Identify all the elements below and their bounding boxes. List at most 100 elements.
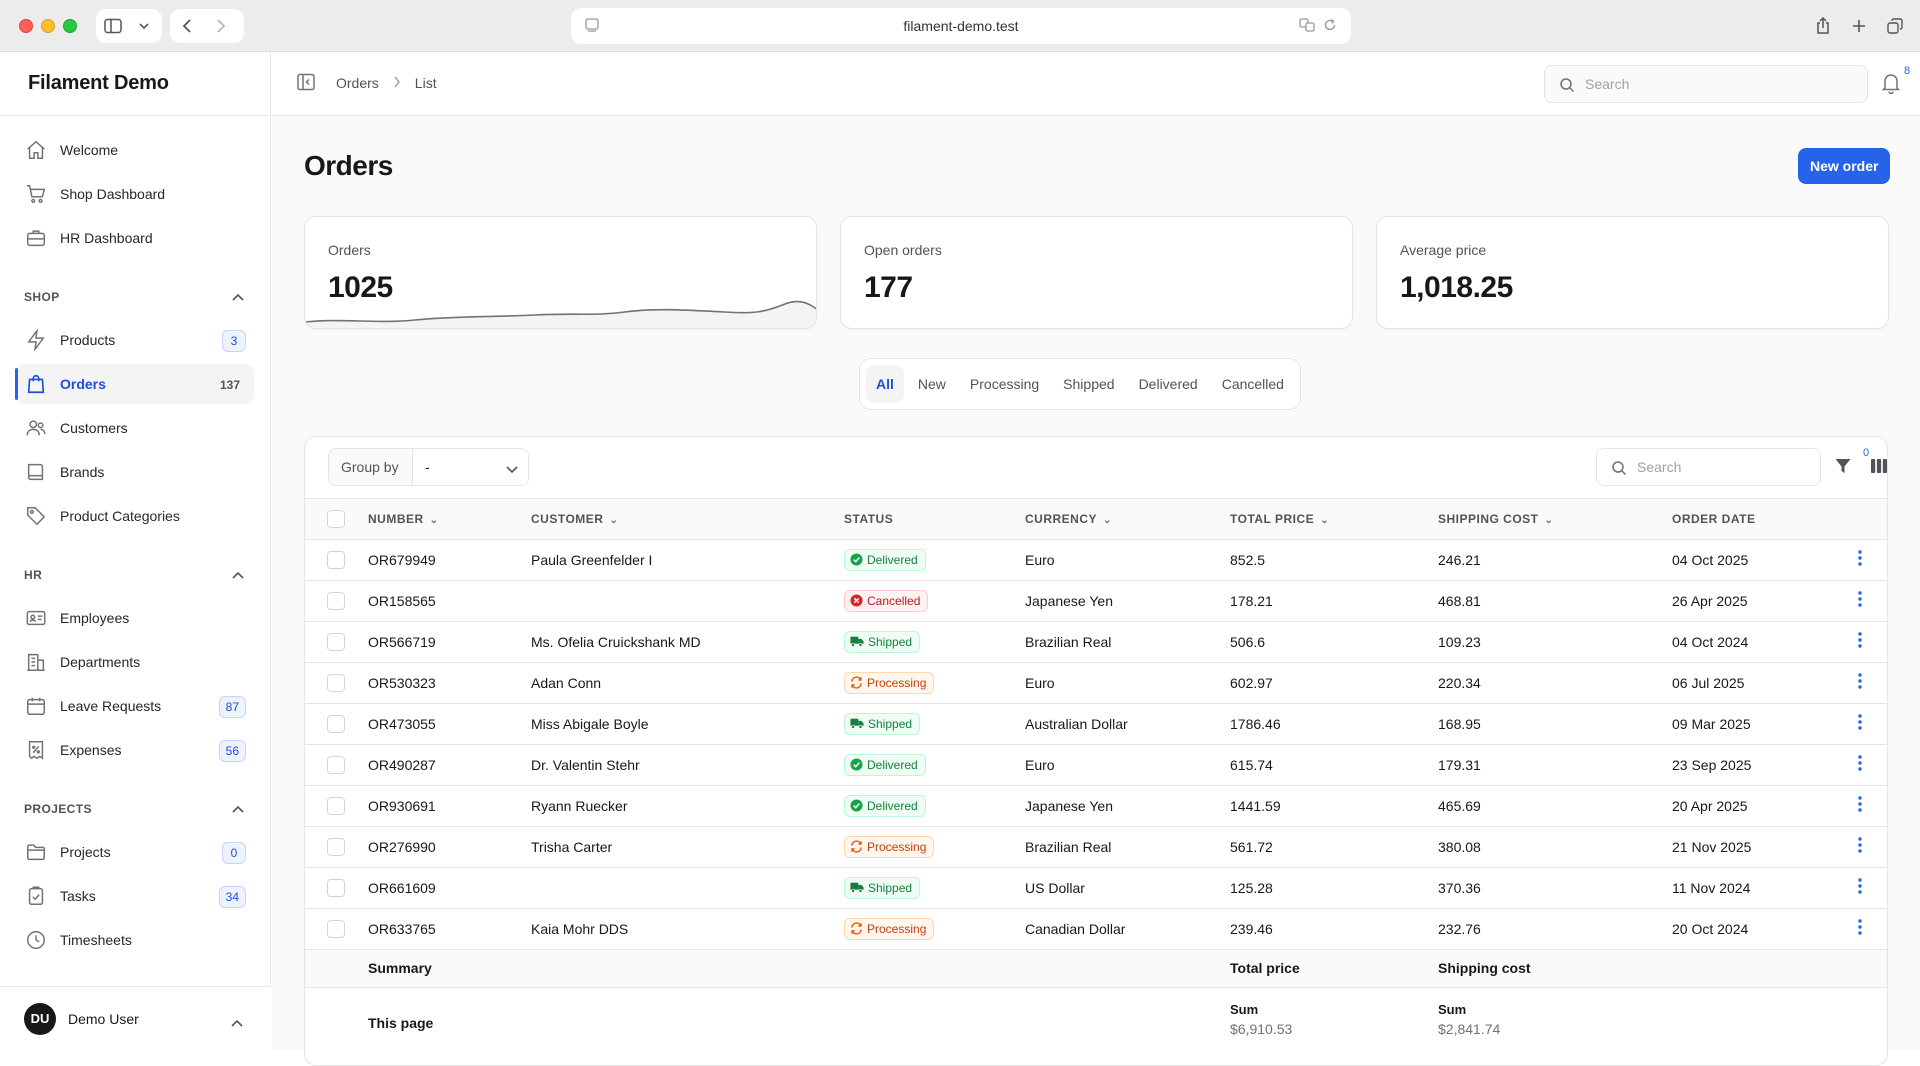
more-vertical-icon[interactable] [1857, 755, 1862, 775]
group-by-select[interactable]: Group by - [328, 448, 529, 486]
row-checkbox[interactable] [327, 632, 345, 651]
sidebar-item-customers[interactable]: Customers [16, 408, 254, 448]
chevron-up-icon[interactable] [231, 1014, 243, 1030]
chevron-up-icon[interactable] [232, 568, 244, 582]
sidebar-item-orders[interactable]: Orders 137 [15, 364, 254, 404]
chevron-up-icon[interactable] [232, 802, 244, 816]
row-checkbox[interactable] [327, 796, 345, 815]
minimize-window-button[interactable] [41, 19, 55, 33]
more-vertical-icon[interactable] [1857, 673, 1862, 693]
row-checkbox[interactable] [327, 591, 345, 610]
chevron-up-icon[interactable] [232, 290, 244, 304]
bell-icon[interactable] [1881, 72, 1901, 97]
sidebar-item-tasks[interactable]: Tasks 34 [16, 876, 254, 916]
collapse-sidebar-icon[interactable] [296, 72, 316, 95]
tab-shipped[interactable]: Shipped [1053, 365, 1124, 403]
tab-processing[interactable]: Processing [960, 365, 1049, 403]
new-order-button[interactable]: New order [1798, 148, 1891, 184]
shipping-cost-sum: Sum $2,841.74 [1438, 987, 1672, 1059]
table-search-input[interactable]: Search [1596, 448, 1821, 486]
chevron-down-icon[interactable] [130, 9, 158, 43]
zoom-window-button[interactable] [63, 19, 77, 33]
sidebar-toggle-icon[interactable] [96, 9, 130, 43]
more-vertical-icon[interactable] [1857, 837, 1862, 857]
order-date: 23 Sep 2025 [1672, 744, 1830, 786]
order-number: OR530323 [368, 662, 531, 704]
sidebar-item-expenses[interactable]: Expenses 56 [16, 730, 254, 770]
user-menu[interactable]: DU Demo User [0, 986, 271, 1050]
row-checkbox[interactable] [327, 714, 345, 733]
global-search-input[interactable]: Search [1544, 65, 1868, 103]
filter-icon[interactable] [1834, 457, 1852, 478]
sidebar-item-departments[interactable]: Departments [16, 642, 254, 682]
column-header-currency[interactable]: CURRENCY ⌄ [1025, 499, 1230, 540]
back-icon[interactable] [170, 9, 204, 43]
more-vertical-icon[interactable] [1857, 591, 1862, 611]
row-checkbox[interactable] [327, 878, 345, 897]
sidebar-item-product-categories[interactable]: Product Categories [16, 496, 254, 536]
translate-icon[interactable] [1299, 18, 1315, 35]
more-vertical-icon[interactable] [1857, 919, 1862, 939]
sidebar-group-projects[interactable]: PROJECTS [16, 790, 254, 828]
close-window-button[interactable] [19, 19, 33, 33]
table-row[interactable]: OR679949 Paula Greenfelder I Delivered Euro… [305, 539, 1887, 581]
tab-delivered[interactable]: Delivered [1129, 365, 1208, 403]
row-checkbox[interactable] [327, 837, 345, 856]
more-vertical-icon[interactable] [1857, 796, 1862, 816]
sidebar-item-brands[interactable]: Brands [16, 452, 254, 492]
columns-icon[interactable] [1870, 457, 1887, 478]
row-checkbox[interactable] [327, 755, 345, 774]
order-number: OR473055 [368, 703, 531, 745]
column-header-shipping-cost[interactable]: SHIPPING COST ⌄ [1438, 499, 1672, 540]
total-price: 506.6 [1230, 621, 1438, 663]
column-header-total-price[interactable]: TOTAL PRICE ⌄ [1230, 499, 1438, 540]
breadcrumb-orders[interactable]: Orders [336, 75, 379, 91]
sidebar-item-projects[interactable]: Projects 0 [16, 832, 254, 872]
share-icon[interactable] [1806, 9, 1840, 43]
status-tabs: All New Processing Shipped Delivered Can… [859, 358, 1301, 410]
row-checkbox[interactable] [327, 550, 345, 569]
more-vertical-icon[interactable] [1857, 550, 1862, 570]
sidebar-item-employees[interactable]: Employees [16, 598, 254, 638]
table-row[interactable]: OR276990 Trisha Carter Processing Brazilian… [305, 826, 1887, 868]
row-checkbox[interactable] [327, 919, 345, 938]
column-header-customer[interactable]: CUSTOMER ⌄ [531, 499, 844, 540]
sidebar-item-shop-dashboard[interactable]: Shop Dashboard [16, 174, 254, 214]
sidebar-item-products[interactable]: Products 3 [16, 320, 254, 360]
table-row[interactable]: OR530323 Adan Conn Processing Euro 602.97 220… [305, 662, 1887, 704]
address-bar[interactable]: filament-demo.test [571, 8, 1351, 44]
more-vertical-icon[interactable] [1857, 878, 1862, 898]
sidebar-item-timesheets[interactable]: Timesheets [16, 920, 254, 960]
page-settings-icon[interactable] [585, 18, 599, 35]
table-row[interactable]: OR661609 Shipped US Dollar 125.28 370.36 11 N… [305, 867, 1887, 909]
brand-logo[interactable]: Filament Demo [0, 52, 270, 116]
table-row[interactable]: OR473055 Miss Abigale Boyle Shipped Austral… [305, 703, 1887, 745]
sidebar-group-hr[interactable]: HR [16, 556, 254, 594]
reload-icon[interactable] [1323, 18, 1337, 35]
breadcrumb-list[interactable]: List [415, 75, 437, 91]
tab-overview-icon[interactable] [1878, 9, 1912, 43]
table-row[interactable]: OR566719 Ms. Ofelia Cruickshank MD Shipped… [305, 621, 1887, 663]
tab-all[interactable]: All [866, 365, 904, 403]
table-row[interactable]: OR930691 Ryann Ruecker Delivered Japanese Y… [305, 785, 1887, 827]
sidebar-group-shop[interactable]: SHOP [16, 278, 254, 316]
total-price: 602.97 [1230, 662, 1438, 704]
table-row[interactable]: OR158565 Cancelled Japanese Yen 178.21 468.8… [305, 580, 1887, 622]
table-row[interactable]: OR490287 Dr. Valentin Stehr Delivered Euro 6… [305, 744, 1887, 786]
tab-cancelled[interactable]: Cancelled [1212, 365, 1294, 403]
table-row[interactable]: OR633765 Kaia Mohr DDS Processing Canadian … [305, 908, 1887, 950]
sidebar-item-label: Timesheets [60, 932, 132, 948]
sidebar-item-welcome[interactable]: Welcome [16, 130, 254, 170]
column-header-number[interactable]: NUMBER ⌄ [368, 499, 531, 540]
tab-new[interactable]: New [908, 365, 956, 403]
forward-icon[interactable] [204, 9, 238, 43]
shipping-cost: 168.95 [1438, 703, 1672, 745]
new-tab-icon[interactable] [1842, 9, 1876, 43]
sidebar-item-hr-dashboard[interactable]: HR Dashboard [16, 218, 254, 258]
group-by-value[interactable]: - [413, 449, 528, 485]
more-vertical-icon[interactable] [1857, 714, 1862, 734]
row-checkbox[interactable] [327, 673, 345, 692]
select-all-checkbox[interactable] [327, 509, 345, 528]
sidebar-item-leave-requests[interactable]: Leave Requests 87 [16, 686, 254, 726]
more-vertical-icon[interactable] [1857, 632, 1862, 652]
